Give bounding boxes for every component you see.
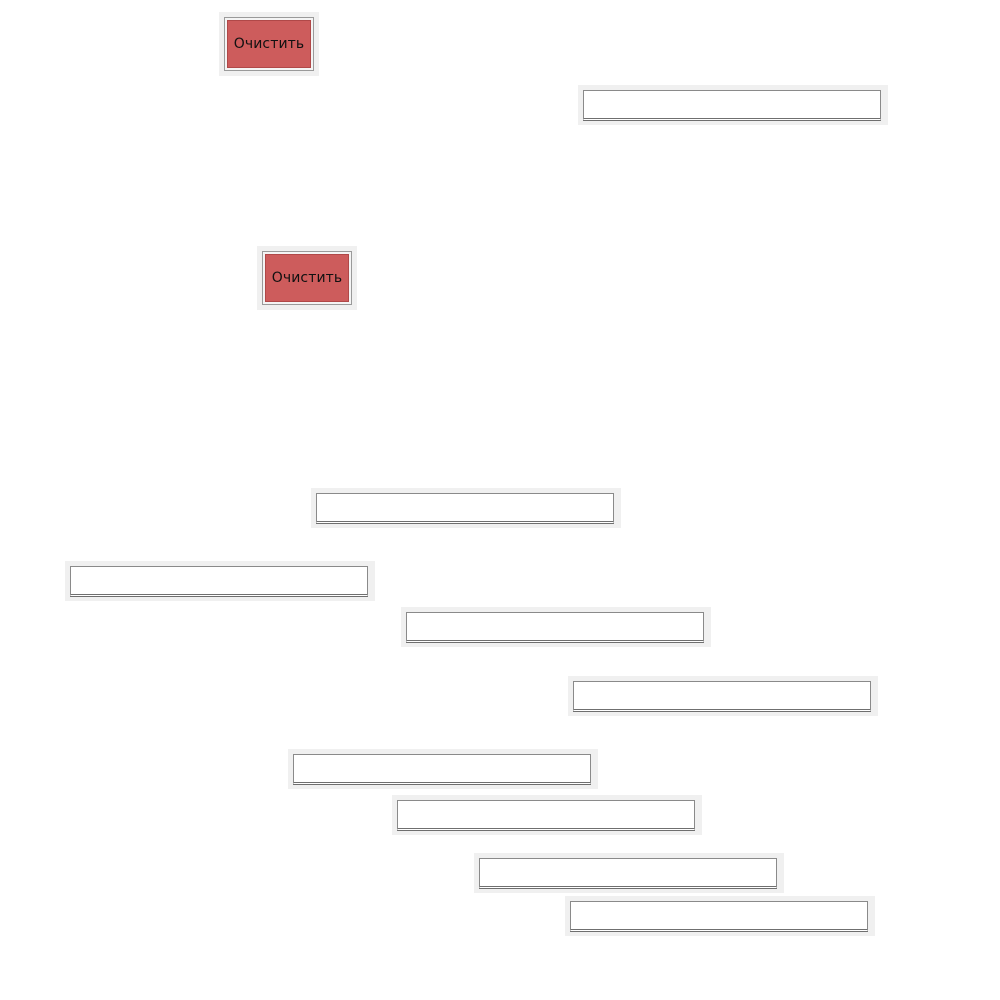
clear-button[interactable]: Очистить xyxy=(224,17,314,71)
clear-button-label: Очистить xyxy=(227,20,311,68)
clear-button-label: Очистить xyxy=(265,254,349,302)
text-field-container xyxy=(311,488,621,528)
text-field[interactable] xyxy=(570,901,868,932)
clear-button-container: Очистить xyxy=(219,12,319,76)
text-field-container xyxy=(568,676,878,716)
text-field-container xyxy=(288,749,598,789)
text-field[interactable] xyxy=(406,612,704,643)
text-field-container xyxy=(65,561,375,601)
clear-button[interactable]: Очистить xyxy=(262,251,352,305)
text-field-container xyxy=(474,853,784,893)
text-field[interactable] xyxy=(573,681,871,712)
text-field-container xyxy=(401,607,711,647)
text-field[interactable] xyxy=(583,90,881,121)
text-field[interactable] xyxy=(70,566,368,597)
clear-button-container: Очистить xyxy=(257,246,357,310)
text-field-container xyxy=(565,896,875,936)
text-field[interactable] xyxy=(293,754,591,785)
text-field[interactable] xyxy=(397,800,695,831)
text-field-container xyxy=(578,85,888,125)
text-field[interactable] xyxy=(479,858,777,889)
text-field-container xyxy=(392,795,702,835)
text-field[interactable] xyxy=(316,493,614,524)
